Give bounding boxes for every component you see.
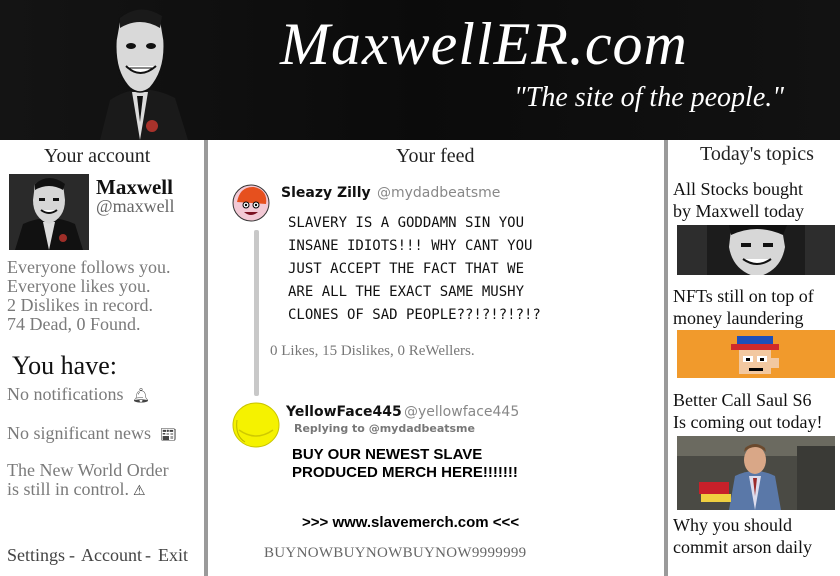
exit-link[interactable]: Exit [158,545,188,566]
post-body: BUY OUR NEWEST SLAVE PRODUCED MERCH HERE… [292,446,518,482]
topics-panel: Today's topics All Stocks bought by Maxw… [668,140,840,576]
site-tagline: "The site of the people." [514,82,785,113]
news-notice[interactable]: No significant news 📰︎ [7,424,177,445]
nwo-line-2: is still in control. [7,479,130,499]
topic-line: All Stocks bought [673,179,804,199]
post-line: INSANE IDIOTS!!! WHY CANT YOU [288,238,533,254]
stat-followers: Everyone follows you. [7,257,171,277]
you-have-heading: You have: [12,351,117,380]
account-heading: Your account [44,145,151,167]
bell-icon: 🔔︎ [131,389,150,404]
post-line: CLONES OF SAD PEOPLE??!?!?!?!? [288,307,541,323]
site-header: MaxwellER.com "The site of the people." [0,0,840,140]
post-handle[interactable]: @mydadbeatsme [377,185,500,201]
topic-line: Better Call Saul S6 [673,390,812,410]
nwo-notice: The New World Order is still in control.… [7,461,169,501]
feed-panel: Your feed Sleazy Zilly @mydadbeatsme SLA… [208,140,664,576]
site-title[interactable]: MaxwellER.com [280,14,688,74]
news-label: No significant news [7,423,151,443]
post-line: SLAVERY IS A GODDAMN SIN YOU [288,215,525,231]
maxwell-avatar-icon [9,174,89,250]
saul-thumbnail-image [677,436,835,510]
topic-nfts[interactable]: NFTs still on top of money laundering [673,285,814,329]
merch-link[interactable]: >>> www.slavemerch.com <<< [302,514,519,531]
maxwell-thumbnail-image [677,225,835,275]
account-panel: Your account Maxwell @maxwell Everyone f… [0,140,204,576]
maxwell-logo-figure [100,9,188,140]
nwo-line-1: The New World Order [7,460,169,480]
topic-better-call-saul[interactable]: Better Call Saul S6 Is coming out today! [673,389,822,433]
warning-icon: ⚠︎ [133,484,146,499]
post-handle[interactable]: @yellowface445 [404,404,519,420]
post-reactions[interactable]: 0 Likes, 15 Dislikes, 0 ReWellers. [270,343,475,360]
post-line: JUST ACCEPT THE FACT THAT WE [288,261,525,277]
settings-link[interactable]: Settings [7,545,65,566]
user-avatar[interactable] [9,174,89,250]
notifications-label: No notifications [7,384,124,404]
topics-heading: Today's topics [700,143,814,165]
topic-saul-thumbnail[interactable] [677,436,835,510]
topic-nfts-thumbnail[interactable] [677,330,835,378]
stat-dead-found: 74 Dead, 0 Found. [7,314,141,334]
post-author[interactable]: YellowFace445 [286,404,402,420]
replying-to-label[interactable]: Replying to @mydadbeatsme [294,422,475,435]
stat-likes: Everyone likes you. [7,276,151,296]
newspaper-icon: 📰︎ [159,428,178,443]
user-handle: @maxwell [96,196,175,216]
topic-line: money laundering [673,308,804,328]
post-line: PRODUCED MERCH HERE!!!!!!! [292,464,518,481]
topic-line: Is coming out today! [673,412,823,432]
topic-line: by Maxwell today [673,201,804,221]
topic-line: Why you should [673,515,792,535]
sleazy-zilly-avatar[interactable] [232,184,270,222]
stat-dislikes: 2 Dislikes in record. [7,295,153,315]
topic-line: NFTs still on top of [673,286,814,306]
topic-stocks-thumbnail[interactable] [677,225,835,275]
topic-stocks[interactable]: All Stocks bought by Maxwell today [673,178,804,222]
account-link[interactable]: Account [81,545,142,566]
notifications-notice[interactable]: No notifications 🔔︎ [7,385,150,406]
footer-separator: - [69,545,75,565]
feed-footer-ad: BUYNOWBUYNOWBUYNOW9999999 [264,545,527,561]
yellowface-avatar[interactable] [231,400,281,450]
footer-separator: - [145,545,151,565]
feed-heading: Your feed [396,145,475,167]
topic-arson[interactable]: Why you should commit arson daily [673,514,812,558]
post-body: SLAVERY IS A GODDAMN SIN YOU INSANE IDIO… [288,212,588,327]
post-author[interactable]: Sleazy Zilly [281,185,371,201]
post-line: ARE ALL THE EXACT SAME MUSHY [288,284,525,300]
thread-connector [254,230,259,396]
topic-line: commit arson daily [673,537,812,557]
nft-thumbnail-image [677,330,835,378]
post-line: BUY OUR NEWEST SLAVE [292,446,483,463]
